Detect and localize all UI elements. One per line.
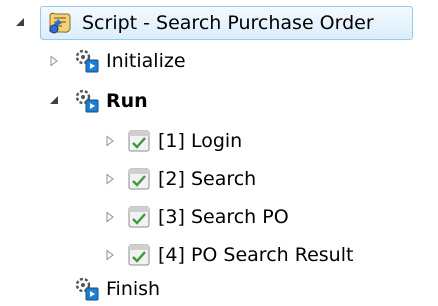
- gear-step-icon: [74, 276, 100, 302]
- script-icon: [46, 9, 74, 37]
- tree-item-label: Initialize: [106, 50, 186, 72]
- tree-item-finish[interactable]: Finish: [0, 270, 438, 306]
- tree-item-label: [3] Search PO: [158, 206, 289, 228]
- expand-arrow-icon[interactable]: [104, 211, 116, 223]
- tree-item-step[interactable]: [4] PO Search Result: [0, 236, 438, 272]
- tree-item-label: Finish: [106, 278, 161, 300]
- page-step-icon: [128, 244, 150, 266]
- page-step-icon: [128, 168, 150, 190]
- tree-item-label: [4] PO Search Result: [158, 244, 354, 266]
- collapse-arrow-icon[interactable]: [14, 16, 26, 28]
- page-step-icon: [128, 206, 150, 228]
- tree-item-run[interactable]: Run: [0, 82, 438, 118]
- script-tree: Script - Search Purchase Order Initializ…: [0, 0, 438, 306]
- tree-item-label: Run: [106, 90, 148, 112]
- expand-arrow-icon[interactable]: [104, 135, 116, 147]
- gear-step-icon: [74, 48, 100, 74]
- collapse-arrow-icon[interactable]: [48, 94, 60, 106]
- expand-arrow-icon[interactable]: [104, 249, 116, 261]
- expand-arrow-icon[interactable]: [48, 55, 60, 67]
- tree-item-step[interactable]: [1] Login: [0, 122, 438, 158]
- tree-item-script[interactable]: Script - Search Purchase Order: [0, 4, 438, 40]
- tree-item-initialize[interactable]: Initialize: [0, 42, 438, 78]
- tree-item-label: Script - Search Purchase Order: [82, 12, 374, 34]
- page-step-icon: [128, 130, 150, 152]
- expand-arrow-icon[interactable]: [104, 173, 116, 185]
- tree-item-step[interactable]: [2] Search: [0, 160, 438, 196]
- tree-item-step[interactable]: [3] Search PO: [0, 198, 438, 234]
- gear-step-icon: [74, 88, 100, 114]
- tree-item-label: [1] Login: [158, 130, 243, 152]
- tree-item-label: [2] Search: [158, 168, 257, 190]
